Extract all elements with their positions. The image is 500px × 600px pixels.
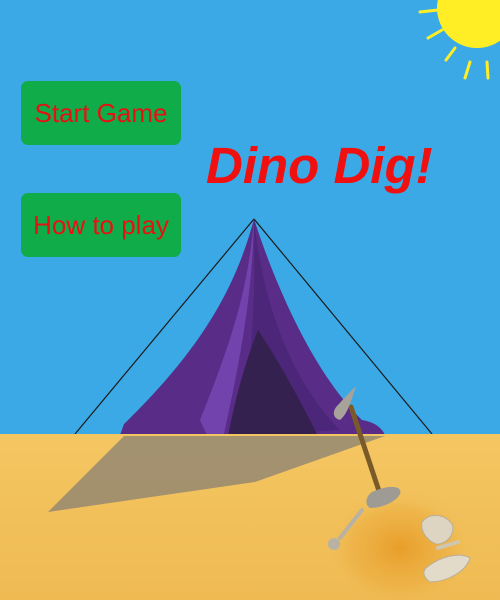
game-menu-screen: Start Game How to play Dino Dig! bbox=[0, 0, 500, 600]
how-to-play-button[interactable]: How to play bbox=[21, 193, 181, 257]
game-title: Dino Dig! bbox=[206, 137, 433, 194]
start-game-button[interactable]: Start Game bbox=[21, 81, 181, 145]
